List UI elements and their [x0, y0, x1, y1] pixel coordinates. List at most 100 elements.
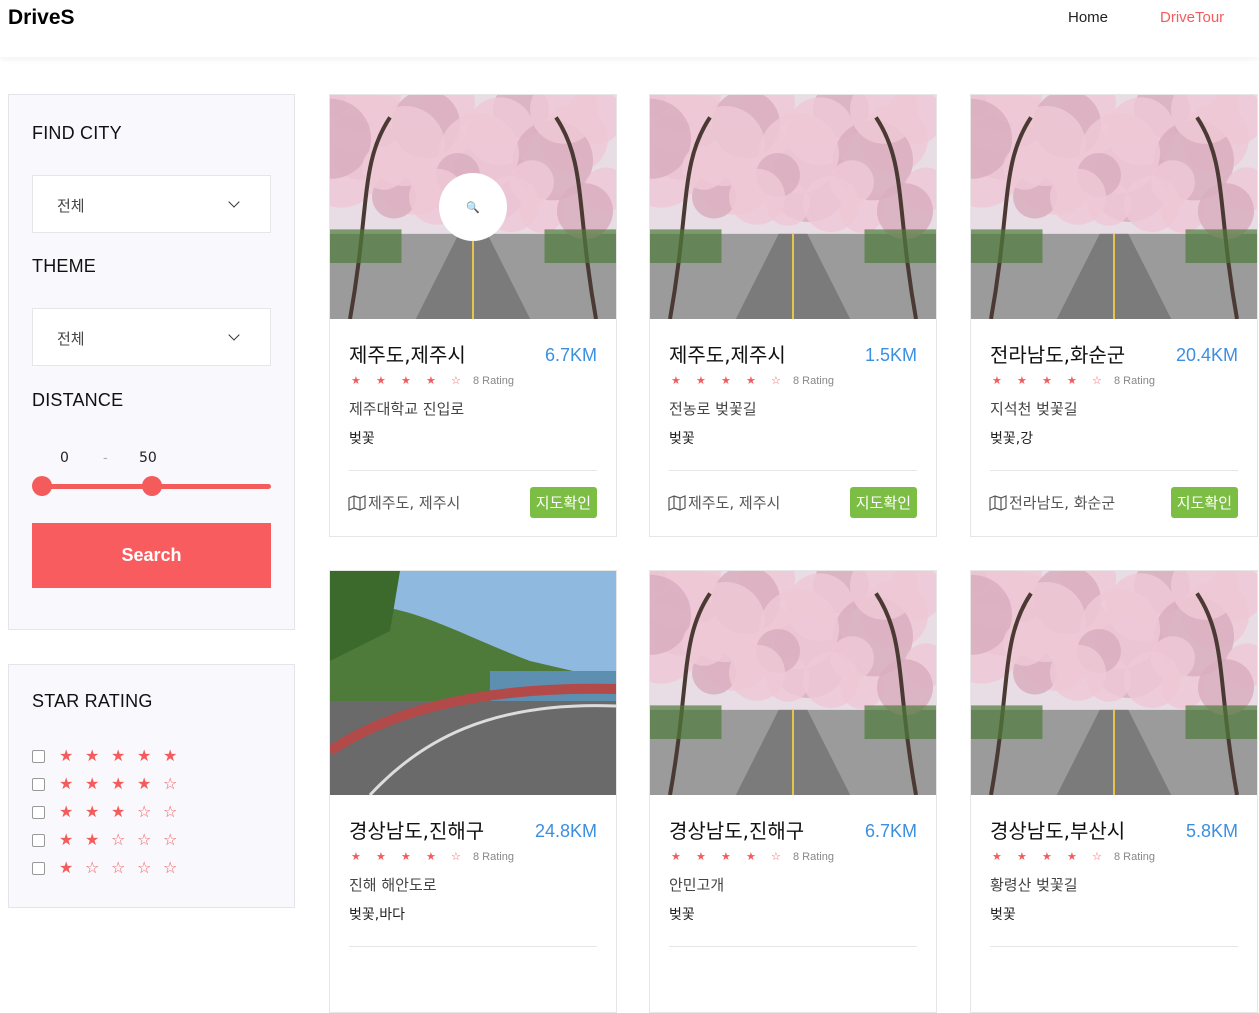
star-filled-icon: ★	[671, 850, 681, 863]
course-location-text: 제주도, 제주시	[688, 494, 781, 512]
course-photo[interactable]	[971, 95, 1257, 319]
rating-checkbox[interactable]	[32, 805, 45, 819]
star-filled-icon: ★	[376, 850, 386, 863]
star-rating-option-3[interactable]: ★ ★ ★ ☆ ☆	[32, 802, 189, 822]
course-card[interactable]: 전라남도,화순군 20.4KM ★ ★ ★ ★ ☆ 8 Rating 지석천 벚꽃길 벚꽃,강 전라…	[970, 94, 1258, 537]
rating-checkbox[interactable]	[32, 749, 45, 763]
rating-checkbox[interactable]	[32, 861, 45, 875]
course-distance: 20.4KM	[1175, 345, 1238, 365]
star-outline-icon: ☆	[163, 774, 178, 793]
star-filled-icon: ★	[1067, 374, 1077, 387]
course-location: 제주도, 제주시	[348, 492, 460, 513]
distance-max-value: 50	[139, 450, 157, 466]
course-city: 경상남도,부산시	[990, 819, 1126, 843]
course-distance: 5.8KM	[1185, 821, 1238, 841]
top-navbar: DriveS Home DriveTour	[0, 0, 1259, 57]
rating-count: 8 Rating	[1114, 374, 1155, 387]
map-icon	[668, 494, 686, 511]
rating-checkbox[interactable]	[32, 777, 45, 791]
nav-drivetour-link[interactable]: DriveTour	[1160, 9, 1224, 26]
rating-count: 8 Rating	[793, 374, 834, 387]
star-outline-icon: ☆	[111, 830, 126, 849]
filter-panel: FIND CITY 전체 THEME 전체 DISTANCE 0 - 50 Se…	[8, 94, 295, 630]
star-filled-icon: ★	[401, 850, 411, 863]
star-rating-option-4[interactable]: ★ ★ ★ ★ ☆	[32, 774, 189, 794]
course-distance: 1.5KM	[864, 345, 917, 365]
star-filled-icon: ★	[746, 374, 756, 387]
theme-select[interactable]: 전체	[32, 308, 271, 366]
course-city: 전라남도,화순군	[990, 343, 1126, 367]
star-filled-icon: ★	[1042, 374, 1052, 387]
course-road-name: 안민고개	[669, 876, 725, 894]
course-photo[interactable]	[650, 571, 936, 795]
course-stars: ★ ★ ★ ★ ☆ 8 Rating	[671, 850, 834, 863]
rating-count: 8 Rating	[1114, 850, 1155, 863]
city-select-value: 전체	[57, 197, 85, 215]
rating-count: 8 Rating	[793, 850, 834, 863]
star-filled-icon: ★	[1017, 850, 1027, 863]
star-filled-icon: ★	[721, 374, 731, 387]
star-filled-icon: ★	[696, 850, 706, 863]
course-stars: ★ ★ ★ ★ ☆ 8 Rating	[992, 850, 1155, 863]
course-distance: 24.8KM	[534, 821, 597, 841]
theme-select-value: 전체	[57, 330, 85, 348]
star-filled-icon: ★	[992, 850, 1002, 863]
course-stars: ★ ★ ★ ★ ☆ 8 Rating	[351, 850, 514, 863]
view-map-button[interactable]: 지도확인	[529, 487, 597, 518]
course-distance: 6.7KM	[864, 821, 917, 841]
star-rating-option-5[interactable]: ★ ★ ★ ★ ★	[32, 746, 189, 766]
brand-logo[interactable]: DriveS	[8, 6, 75, 30]
rating-checkbox[interactable]	[32, 833, 45, 847]
search-zoom-icon[interactable]: 🔍	[439, 173, 507, 241]
distance-slider-max-handle[interactable]	[142, 476, 162, 496]
star-filled-icon: ★	[111, 746, 126, 765]
star-outline-icon: ☆	[85, 858, 100, 877]
distance-min-value: 0	[60, 450, 69, 466]
course-photo[interactable]	[971, 571, 1257, 795]
course-photo[interactable]	[330, 571, 616, 795]
course-card[interactable]: 경상남도,진해구 24.8KM ★ ★ ★ ★ ☆ 8 Rating 진해 해안도로 벚꽃,바다	[329, 570, 617, 1013]
card-divider	[349, 470, 597, 471]
search-button[interactable]: Search	[32, 523, 271, 588]
course-city: 경상남도,진해구	[349, 819, 485, 843]
star-filled-icon: ★	[163, 746, 178, 765]
course-city: 경상남도,진해구	[669, 819, 805, 843]
star-filled-icon: ★	[401, 374, 411, 387]
course-stars: ★ ★ ★ ★ ☆ 8 Rating	[671, 374, 834, 387]
nav-home-link[interactable]: Home	[1068, 9, 1108, 26]
star-outline-icon: ☆	[137, 858, 152, 877]
course-city: 제주도,제주시	[669, 343, 786, 367]
star-filled-icon: ★	[137, 774, 152, 793]
course-tags: 벚꽃	[669, 431, 695, 447]
course-card[interactable]: 경상남도,진해구 6.7KM ★ ★ ★ ★ ☆ 8 Rating 안민고개 벚꽃	[649, 570, 937, 1013]
find-city-heading: FIND CITY	[32, 123, 122, 143]
chevron-down-icon	[228, 196, 240, 208]
map-icon	[989, 494, 1007, 511]
star-filled-icon: ★	[721, 850, 731, 863]
course-tags: 벚꽃	[669, 907, 695, 923]
course-card[interactable]: 🔍 제주도,제주시 6.7KM ★ ★ ★ ★ ☆ 8 Rating 제주대학교 진입로 벚꽃 제주도…	[329, 94, 617, 537]
distance-slider-min-handle[interactable]	[32, 476, 52, 496]
card-divider	[669, 470, 917, 471]
course-location-text: 제주도, 제주시	[368, 494, 461, 512]
course-city: 제주도,제주시	[349, 343, 466, 367]
star-rating-option-2[interactable]: ★ ★ ☆ ☆ ☆	[32, 830, 189, 850]
star-filled-icon: ★	[1017, 374, 1027, 387]
star-outline-icon: ☆	[137, 830, 152, 849]
star-filled-icon: ★	[111, 802, 126, 821]
star-rating-heading: STAR RATING	[32, 691, 153, 711]
star-filled-icon: ★	[85, 746, 100, 765]
star-rating-option-1[interactable]: ★ ☆ ☆ ☆ ☆	[32, 858, 189, 878]
course-stars: ★ ★ ★ ★ ☆ 8 Rating	[992, 374, 1155, 387]
course-photo[interactable]	[650, 95, 936, 319]
view-map-button[interactable]: 지도확인	[1170, 487, 1238, 518]
card-divider	[349, 946, 597, 947]
star-filled-icon: ★	[111, 774, 126, 793]
star-filled-icon: ★	[59, 774, 74, 793]
city-select[interactable]: 전체	[32, 175, 271, 233]
course-card[interactable]: 제주도,제주시 1.5KM ★ ★ ★ ★ ☆ 8 Rating 전농로 벚꽃길 벚꽃 제주도, 제…	[649, 94, 937, 537]
view-map-button[interactable]: 지도확인	[849, 487, 917, 518]
course-tags: 벚꽃	[990, 907, 1016, 923]
card-divider	[990, 470, 1238, 471]
course-card[interactable]: 경상남도,부산시 5.8KM ★ ★ ★ ★ ☆ 8 Rating 황령산 벚꽃길 벚꽃	[970, 570, 1258, 1013]
